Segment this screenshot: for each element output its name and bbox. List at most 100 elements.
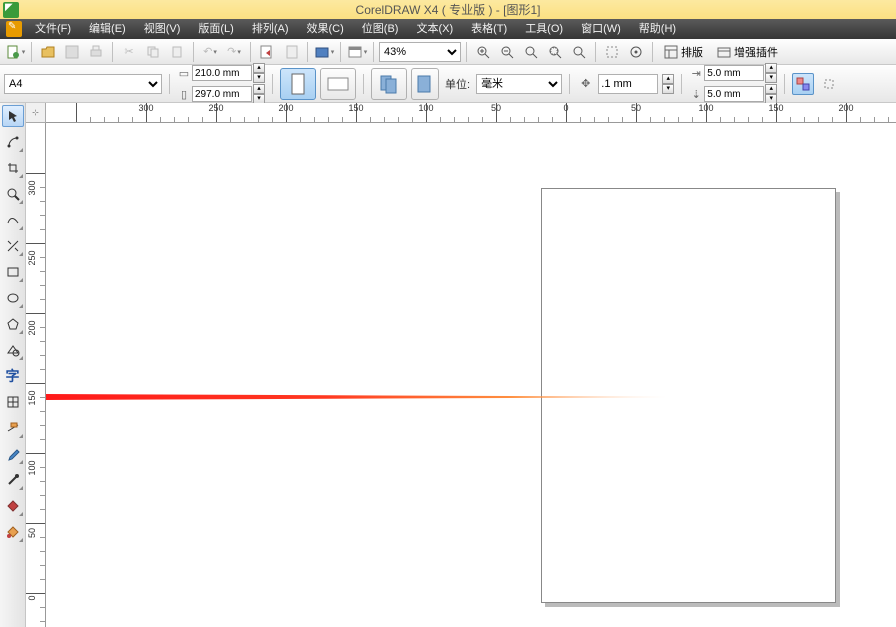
dup-y-input[interactable] xyxy=(704,86,764,102)
copy-button[interactable] xyxy=(142,41,164,63)
cut-button[interactable]: ✂ xyxy=(118,41,140,63)
plugin-button[interactable]: 增强插件 xyxy=(711,41,784,63)
menu-edit[interactable]: 编辑(E) xyxy=(80,19,135,39)
open-button[interactable] xyxy=(37,41,59,63)
ruler-label: 100 xyxy=(27,461,37,476)
ruler-label: 300 xyxy=(27,181,37,196)
height-up[interactable]: ▴ xyxy=(253,84,265,94)
tool-table[interactable] xyxy=(2,391,24,413)
dupy-up[interactable]: ▴ xyxy=(765,84,777,94)
paper-select[interactable]: A4 xyxy=(4,74,162,94)
zoom-selection-button[interactable] xyxy=(520,41,542,63)
zoom-out-button[interactable] xyxy=(496,41,518,63)
tool-basic-shapes[interactable] xyxy=(2,339,24,361)
menu-arrange[interactable]: 排列(A) xyxy=(243,19,298,39)
layout-label: 排版 xyxy=(681,44,703,60)
ruler-label: 200 xyxy=(278,103,293,113)
menu-table[interactable]: 表格(T) xyxy=(462,19,516,39)
tool-rectangle[interactable] xyxy=(2,261,24,283)
nudge-icon: ✥ xyxy=(577,77,594,90)
landscape-button[interactable] xyxy=(320,68,356,100)
dup-y-icon: ⇣ xyxy=(689,88,703,101)
tool-text[interactable]: 字 xyxy=(2,365,24,387)
apply-current-page-button[interactable] xyxy=(411,68,439,100)
undo-button[interactable]: ↶▾ xyxy=(199,41,221,63)
zoom-page-button[interactable] xyxy=(568,41,590,63)
print-button[interactable] xyxy=(85,41,107,63)
nudge-input[interactable] xyxy=(598,74,658,94)
menu-help[interactable]: 帮助(H) xyxy=(630,19,685,39)
separator xyxy=(681,74,682,94)
ruler-label: 0 xyxy=(27,596,37,601)
dup-x-input[interactable] xyxy=(704,65,764,81)
app-icon xyxy=(3,2,19,18)
width-down[interactable]: ▾ xyxy=(253,73,265,83)
tool-zoom[interactable] xyxy=(2,183,24,205)
menu-tools[interactable]: 工具(O) xyxy=(516,19,572,39)
apply-all-pages-button[interactable] xyxy=(371,68,407,100)
page-width-input[interactable] xyxy=(192,65,252,81)
options-button[interactable] xyxy=(625,41,647,63)
snap-button[interactable] xyxy=(601,41,623,63)
app-launcher-button[interactable]: ▾ xyxy=(313,41,335,63)
ruler-vertical[interactable]: 300250200150100500 xyxy=(26,123,46,627)
tool-crop[interactable] xyxy=(2,157,24,179)
tool-eyedropper[interactable] xyxy=(2,443,24,465)
nudge-up[interactable]: ▴ xyxy=(662,74,674,84)
menu-layout[interactable]: 版面(L) xyxy=(189,19,242,39)
zoom-select[interactable]: 43% xyxy=(379,42,461,62)
menu-text[interactable]: 文本(X) xyxy=(407,19,462,39)
tool-polygon[interactable] xyxy=(2,313,24,335)
tool-smart[interactable] xyxy=(2,235,24,257)
menu-file[interactable]: 文件(F) xyxy=(26,19,80,39)
menu-bitmap[interactable]: 位图(B) xyxy=(353,19,408,39)
separator xyxy=(250,42,251,62)
ruler-label: 150 xyxy=(768,103,783,113)
new-button[interactable]: ▾ xyxy=(4,41,26,63)
ruler-horizontal[interactable]: 30025020015010050050100150200 xyxy=(46,103,896,123)
tool-pick[interactable] xyxy=(2,105,24,127)
menu-app-icon[interactable] xyxy=(6,21,22,37)
welcome-button[interactable]: ▾ xyxy=(346,41,368,63)
tool-dimension[interactable] xyxy=(2,417,24,439)
tool-ellipse[interactable] xyxy=(2,287,24,309)
paste-button[interactable] xyxy=(166,41,188,63)
tool-shape[interactable] xyxy=(2,131,24,153)
tool-outline[interactable] xyxy=(2,469,24,491)
portrait-button[interactable] xyxy=(280,68,316,100)
workspace: 字 ⊹ 30025020015010050050100150200 300250… xyxy=(0,103,896,627)
width-up[interactable]: ▴ xyxy=(253,63,265,73)
ruler-label: 200 xyxy=(838,103,853,113)
page-height-input[interactable] xyxy=(192,86,252,102)
separator xyxy=(466,42,467,62)
ruler-corner[interactable]: ⊹ xyxy=(26,103,46,123)
ruler-label: 50 xyxy=(27,528,37,538)
nudge-down[interactable]: ▾ xyxy=(662,84,674,94)
unit-select[interactable]: 毫米 xyxy=(476,74,562,94)
separator xyxy=(363,74,364,94)
layout-button[interactable]: 排版 xyxy=(658,41,709,63)
tool-freehand[interactable] xyxy=(2,209,24,231)
zoom-all-button[interactable] xyxy=(544,41,566,63)
tool-fill[interactable] xyxy=(2,495,24,517)
canvas[interactable] xyxy=(46,123,896,627)
ruler-label: 250 xyxy=(208,103,223,113)
separator xyxy=(784,74,785,94)
dynamic-guides-button[interactable] xyxy=(818,73,840,95)
separator xyxy=(193,42,194,62)
ruler-label: 200 xyxy=(27,321,37,336)
redo-button[interactable]: ↷▾ xyxy=(223,41,245,63)
import-button[interactable] xyxy=(256,41,278,63)
snap-objects-button[interactable] xyxy=(792,73,814,95)
tool-interactive-fill[interactable] xyxy=(2,521,24,543)
zoom-in-button[interactable] xyxy=(472,41,494,63)
dupx-down[interactable]: ▾ xyxy=(765,73,777,83)
width-icon: ▭ xyxy=(177,67,191,80)
menu-view[interactable]: 视图(V) xyxy=(135,19,190,39)
export-button[interactable] xyxy=(280,41,302,63)
menu-window[interactable]: 窗口(W) xyxy=(572,19,630,39)
dup-x-icon: ⇥ xyxy=(689,67,703,80)
save-button[interactable] xyxy=(61,41,83,63)
dupx-up[interactable]: ▴ xyxy=(765,63,777,73)
menu-effects[interactable]: 效果(C) xyxy=(298,19,353,39)
